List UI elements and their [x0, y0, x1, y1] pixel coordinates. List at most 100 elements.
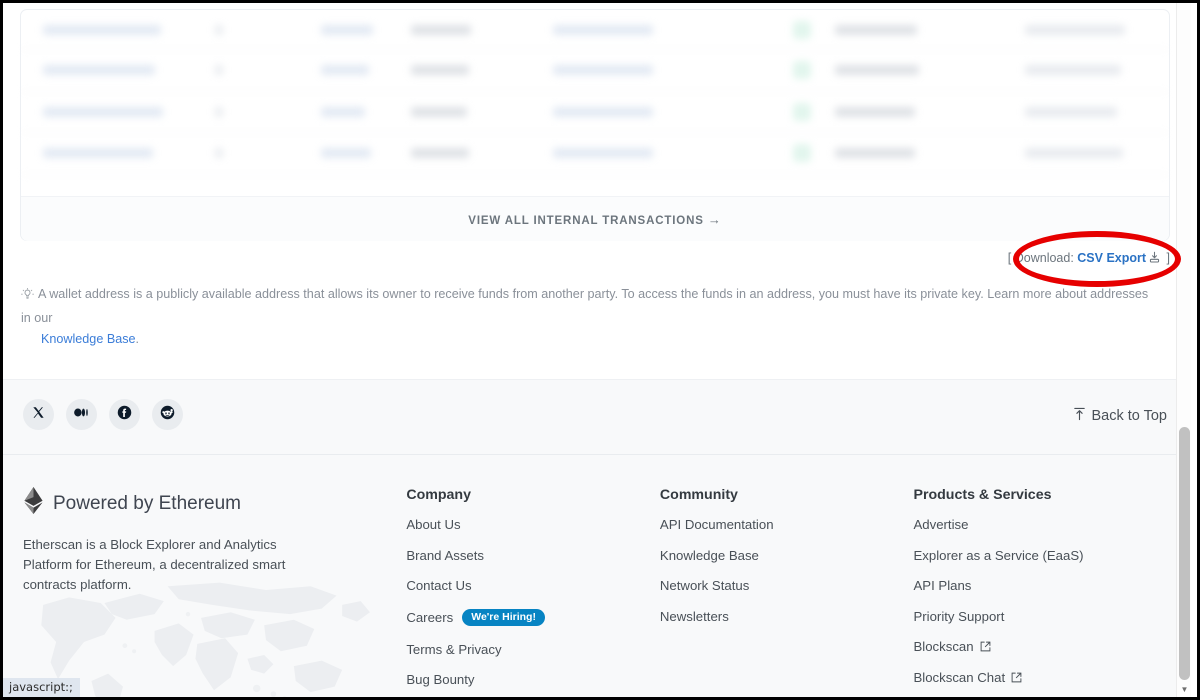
download-suffix: ] [1163, 251, 1170, 265]
footer-heading-products-services: Products & Services [913, 487, 1052, 503]
footer-link-label: Contact Us [406, 578, 472, 593]
footer-link-newsletters[interactable]: Newsletters [660, 609, 914, 624]
footer-column-company: Company About Us Brand Assets Contact Us… [406, 487, 660, 697]
footer-heading-community: Community [659, 487, 738, 503]
cell-method [215, 148, 301, 159]
back-to-top-label: Back to Top [1091, 408, 1167, 424]
footer-heading-company: Company [406, 487, 471, 503]
footer-link-blockscan[interactable]: Blockscan [913, 639, 1171, 654]
cell-age [411, 106, 541, 117]
reddit-icon [160, 405, 175, 425]
vertical-scrollbar[interactable]: ▼ [1176, 3, 1191, 697]
back-to-top-link[interactable]: Back to Top [1073, 407, 1167, 425]
external-link-icon [1011, 672, 1022, 683]
footer-link-label: API Plans [913, 578, 972, 593]
cell-to [835, 65, 945, 76]
cell-direction-badge [793, 61, 819, 80]
footer-link-explorer-as-a-service[interactable]: Explorer as a Service (EaaS) [913, 548, 1171, 563]
x-icon [32, 406, 45, 424]
arrow-up-icon [1073, 407, 1086, 425]
social-bar: Back to Top [3, 379, 1191, 455]
footer-link-label: API Documentation [659, 517, 774, 532]
cell-txn-hash [43, 24, 193, 35]
footer-link-label: Explorer as a Service (EaaS) [913, 547, 1084, 563]
footer-link-advertise[interactable]: Advertise [913, 517, 1171, 532]
cell-direction-badge [793, 144, 819, 163]
footer-link-blockscan-chat[interactable]: Blockscan Chat [913, 670, 1171, 685]
download-csv-export-link[interactable]: CSV Export [1077, 251, 1146, 265]
cell-from [553, 148, 653, 159]
wallet-address-info-note: A wallet address is a publicly available… [21, 284, 1161, 350]
knowledge-base-link[interactable]: Knowledge Base [41, 332, 136, 346]
browser-status-bar: javascript:; [3, 678, 80, 697]
cell-direction-badge [793, 102, 819, 121]
social-links [23, 399, 183, 430]
powered-by-ethereum-label: Powered by Ethereum [53, 492, 241, 514]
scroll-down-arrow-icon[interactable]: ▼ [1177, 682, 1191, 696]
cell-method [215, 65, 301, 76]
social-link-medium[interactable] [66, 399, 97, 430]
cell-txn-hash [43, 65, 193, 76]
footer-link-contact-us[interactable]: Contact Us [406, 578, 660, 593]
cell-to [835, 106, 945, 117]
footer-link-priority-support[interactable]: Priority Support [913, 609, 1171, 624]
cell-value [1025, 24, 1140, 35]
footer-link-network-status[interactable]: Network Status [660, 578, 914, 593]
table-row[interactable] [21, 92, 1169, 133]
info-note-second-line: Knowledge Base. [21, 329, 1161, 350]
footer-column-community: Community API Documentation Knowledge Ba… [660, 487, 914, 697]
cell-age [411, 148, 541, 159]
cell-to [835, 148, 945, 159]
table-row[interactable] [21, 10, 1169, 50]
footer-link-label: Blockscan Chat [913, 669, 1006, 685]
footer-link-bug-bounty[interactable]: Bug Bounty [406, 672, 660, 687]
footer-link-label: About Us [406, 517, 461, 532]
cell-age [411, 65, 541, 76]
footer-link-label: Terms & Privacy [406, 641, 502, 657]
social-link-reddit[interactable] [152, 399, 183, 430]
were-hiring-badge: We're Hiring! [462, 608, 545, 626]
cell-value [1025, 106, 1140, 117]
view-all-label: VIEW ALL INTERNAL TRANSACTIONS [468, 214, 704, 227]
cell-from [553, 106, 653, 117]
download-row: [ Download: CSV Export ] [20, 251, 1170, 267]
footer-link-label: Careers [406, 609, 454, 625]
social-link-x[interactable] [23, 399, 54, 430]
social-link-facebook[interactable] [109, 399, 140, 430]
cell-txn-hash [43, 148, 193, 159]
footer-brand-description: Etherscan is a Block Explorer and Analyt… [23, 537, 286, 592]
cell-from [553, 24, 653, 35]
footer-columns: Powered by Ethereum Etherscan is a Block… [3, 455, 1191, 697]
cell-value [1025, 65, 1140, 76]
footer-link-knowledge-base[interactable]: Knowledge Base [660, 548, 914, 563]
table-row[interactable] [21, 50, 1169, 92]
footer-column-products-services: Products & Services Advertise Explorer a… [913, 487, 1171, 697]
cell-block [321, 24, 391, 35]
internal-transactions-card: VIEW ALL INTERNAL TRANSACTIONS → [20, 9, 1170, 241]
arrow-right-icon: → [707, 211, 722, 227]
view-all-internal-transactions-link[interactable]: VIEW ALL INTERNAL TRANSACTIONS → [468, 212, 721, 227]
powered-by-ethereum: Powered by Ethereum [23, 487, 406, 520]
info-note-text: A wallet address is a publicly available… [21, 287, 1149, 325]
cell-value [1025, 148, 1140, 159]
scrollbar-thumb[interactable] [1179, 427, 1190, 680]
download-icon[interactable] [1148, 251, 1161, 267]
footer-link-label: Blockscan [913, 639, 974, 654]
footer-link-about-us[interactable]: About Us [406, 517, 660, 532]
footer-link-label: Knowledge Base [659, 547, 759, 563]
table-row[interactable] [21, 133, 1169, 175]
cell-txn-hash [43, 106, 193, 117]
browser-window: VIEW ALL INTERNAL TRANSACTIONS → [ Downl… [0, 0, 1200, 700]
footer-brand-column: Powered by Ethereum Etherscan is a Block… [23, 487, 406, 697]
footer-link-api-documentation[interactable]: API Documentation [660, 517, 914, 532]
cell-block [321, 106, 391, 117]
footer-link-careers[interactable]: Careers We're Hiring! [406, 608, 660, 626]
cell-direction-badge [793, 20, 819, 39]
footer-link-terms-privacy[interactable]: Terms & Privacy [406, 642, 660, 657]
internal-transactions-table [21, 10, 1169, 195]
cell-method [215, 106, 301, 117]
footer-link-label: Brand Assets [406, 547, 485, 563]
footer-link-api-plans[interactable]: API Plans [913, 578, 1171, 593]
cell-method [215, 24, 301, 35]
footer-link-brand-assets[interactable]: Brand Assets [406, 548, 660, 563]
